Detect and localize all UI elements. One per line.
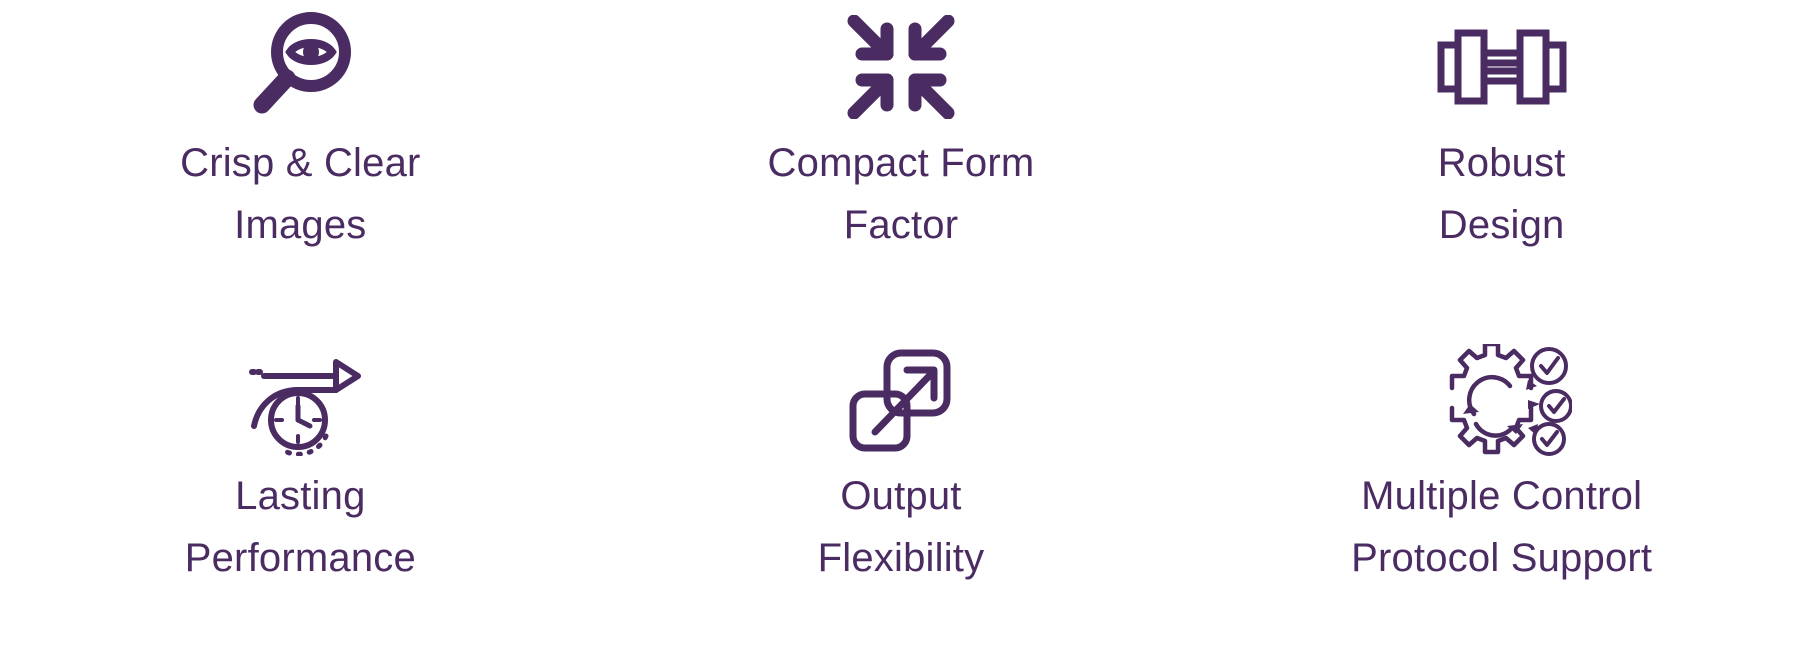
feature-label: Compact Form Factor [767, 141, 1035, 247]
magnifier-eye-icon [240, 8, 360, 126]
feature-card-lasting-performance: Lasting Performance [0, 327, 601, 654]
feature-card-robust-design: Robust Design [1201, 0, 1802, 327]
expand-square-arrow-icon [849, 341, 953, 459]
features-grid: Crisp & Clear Images Compact Form Factor [0, 0, 1802, 654]
clock-arrow-icon [236, 341, 364, 459]
feature-label: Crisp & Clear Images [180, 141, 421, 247]
feature-card-crisp-clear-images: Crisp & Clear Images [0, 0, 601, 327]
feature-card-compact-form-factor: Compact Form Factor [601, 0, 1202, 327]
gear-checkmarks-icon [1432, 341, 1572, 459]
feature-label: Robust Design [1437, 141, 1566, 247]
feature-label: Lasting Performance [184, 474, 416, 580]
feature-card-multiple-control-protocol-support: Multiple Control Protocol Support [1201, 327, 1802, 654]
feature-label: Multiple Control Protocol Support [1351, 474, 1653, 580]
feature-card-output-flexibility: Output Flexibility [601, 327, 1202, 654]
compress-arrows-icon [846, 8, 956, 126]
feature-label: Output Flexibility [817, 474, 985, 580]
dumbbell-icon [1437, 8, 1567, 126]
